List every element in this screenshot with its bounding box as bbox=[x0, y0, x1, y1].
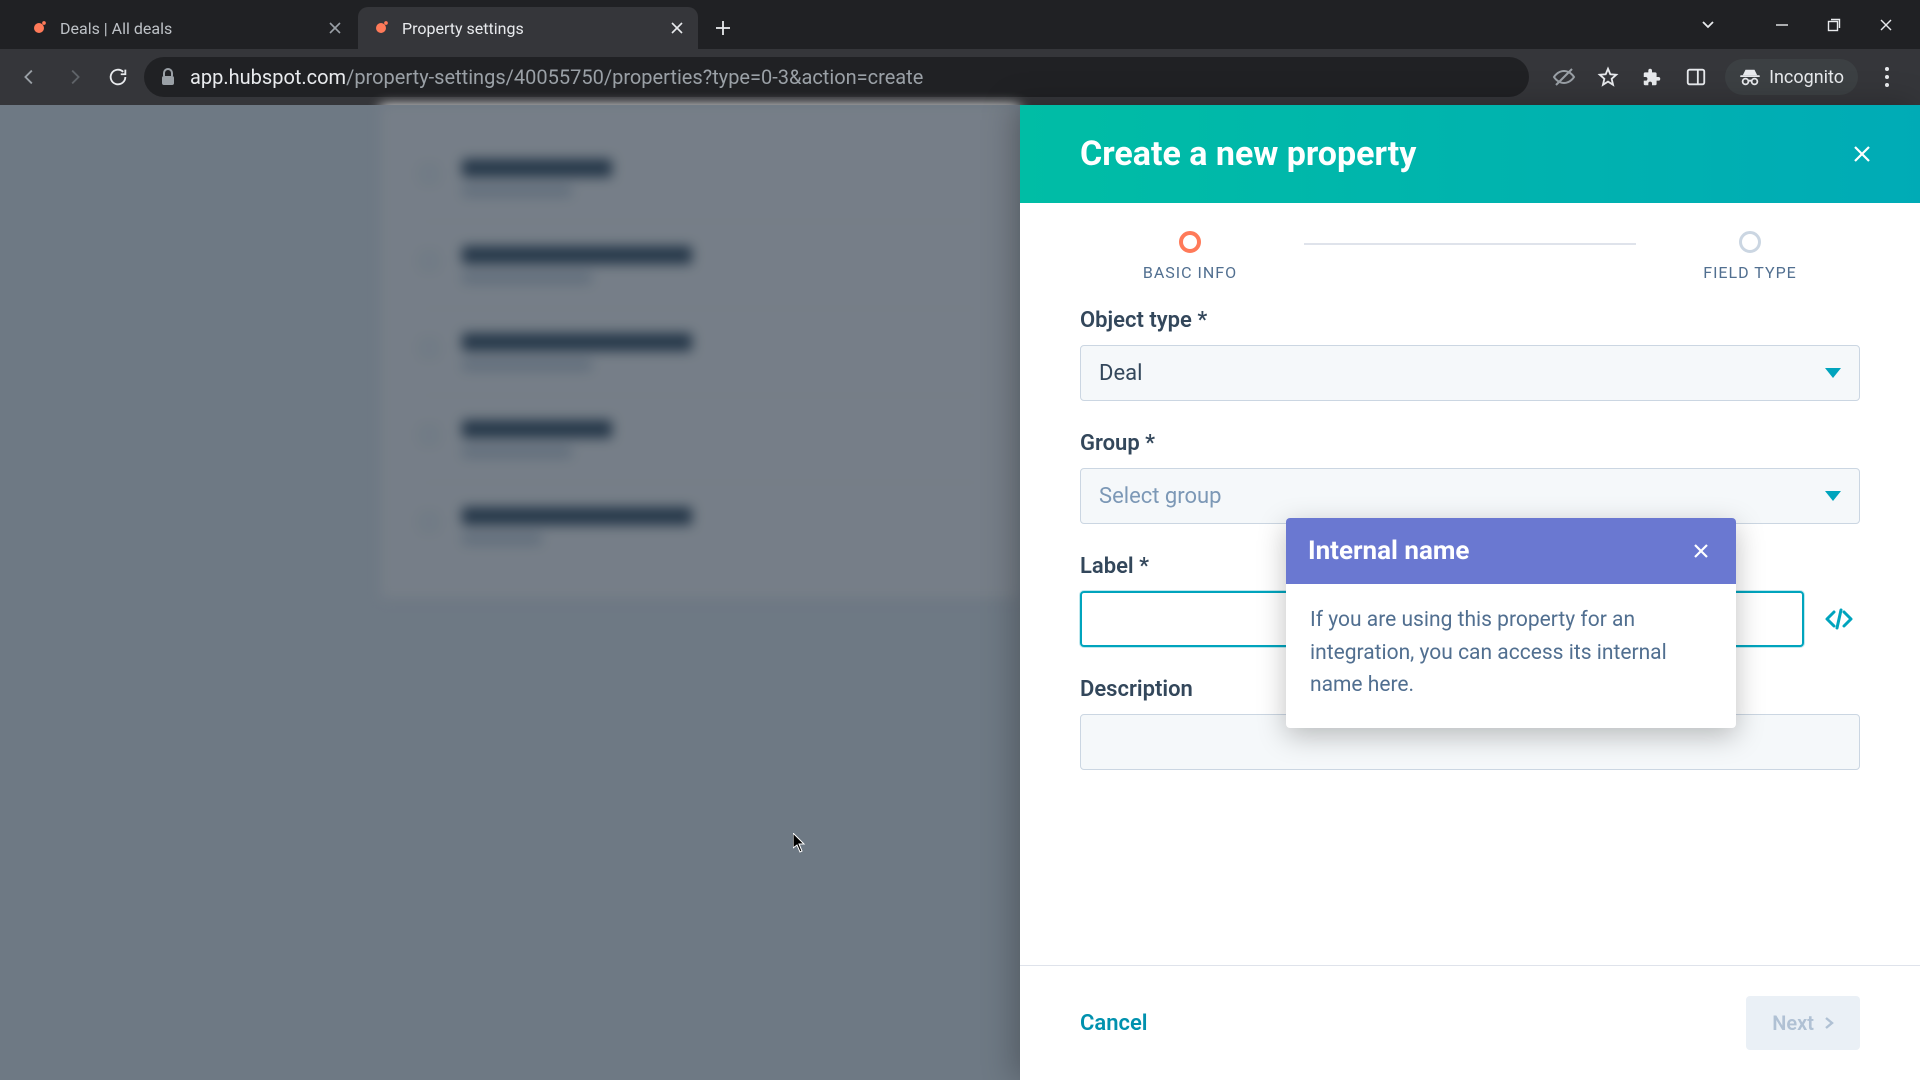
incognito-icon bbox=[1739, 68, 1761, 86]
incognito-chip[interactable]: Incognito bbox=[1725, 59, 1858, 95]
group-label: Group * bbox=[1080, 431, 1860, 456]
next-button[interactable]: Next bbox=[1746, 996, 1860, 1050]
stepper: BASIC INFO FIELD TYPE bbox=[1020, 203, 1920, 290]
drawer-close-button[interactable] bbox=[1844, 136, 1880, 172]
tab-deals[interactable]: Deals | All deals bbox=[16, 7, 356, 49]
window-controls bbox=[1772, 0, 1920, 49]
reload-button[interactable] bbox=[100, 59, 136, 95]
chevron-right-icon bbox=[1824, 1016, 1834, 1030]
group-select[interactable]: Select group bbox=[1080, 468, 1860, 524]
minimize-icon[interactable] bbox=[1772, 15, 1792, 35]
new-tab-button[interactable] bbox=[706, 11, 740, 45]
cancel-button[interactable]: Cancel bbox=[1080, 1011, 1148, 1036]
step-basic-info[interactable]: BASIC INFO bbox=[1080, 231, 1300, 282]
create-property-drawer: Create a new property BASIC INFO FIELD T… bbox=[1020, 105, 1920, 1080]
close-icon[interactable] bbox=[326, 19, 344, 37]
field-group: Group * Select group bbox=[1080, 431, 1860, 524]
bookmark-star-icon[interactable] bbox=[1593, 62, 1623, 92]
drawer-footer: Cancel Next bbox=[1020, 965, 1920, 1080]
group-placeholder: Select group bbox=[1099, 484, 1222, 509]
chevron-down-icon bbox=[1825, 490, 1841, 502]
close-icon[interactable] bbox=[668, 19, 686, 37]
tab-property-settings[interactable]: Property settings bbox=[358, 7, 698, 49]
page-area: Create a new property BASIC INFO FIELD T… bbox=[0, 105, 1920, 1080]
step-label: FIELD TYPE bbox=[1703, 263, 1797, 282]
popover-body: If you are using this property for an in… bbox=[1286, 584, 1736, 728]
forward-button[interactable] bbox=[56, 59, 92, 95]
popover-close-button[interactable] bbox=[1688, 538, 1714, 564]
field-object-type: Object type * Deal bbox=[1080, 308, 1860, 401]
lock-icon bbox=[160, 68, 176, 86]
popover-title: Internal name bbox=[1308, 536, 1469, 566]
step-dot-icon bbox=[1179, 231, 1201, 253]
drawer-title: Create a new property bbox=[1080, 134, 1416, 174]
internal-name-popover: Internal name If you are using this prop… bbox=[1286, 518, 1736, 728]
hubspot-icon bbox=[28, 17, 50, 39]
back-button[interactable] bbox=[12, 59, 48, 95]
side-panel-icon[interactable] bbox=[1681, 62, 1711, 92]
tab-title: Deals | All deals bbox=[60, 19, 326, 38]
step-connector bbox=[1304, 243, 1636, 245]
toolbar-right: Incognito bbox=[1537, 59, 1908, 95]
maximize-icon[interactable] bbox=[1824, 15, 1844, 35]
internal-name-toggle[interactable] bbox=[1818, 598, 1860, 640]
step-label: BASIC INFO bbox=[1143, 263, 1237, 282]
hubspot-icon bbox=[370, 17, 392, 39]
url-path: /property-settings/40055750/properties?t… bbox=[346, 65, 923, 89]
kebab-menu-icon[interactable] bbox=[1872, 62, 1902, 92]
extensions-icon[interactable] bbox=[1637, 62, 1667, 92]
tabs-container: Deals | All deals Property settings bbox=[10, 0, 740, 49]
browser-tabstrip: Deals | All deals Property settings bbox=[0, 0, 1920, 49]
step-field-type[interactable]: FIELD TYPE bbox=[1640, 231, 1860, 282]
window-close-icon[interactable] bbox=[1876, 15, 1896, 35]
tab-title: Property settings bbox=[402, 19, 668, 38]
url-host: app.hubspot.com bbox=[190, 65, 346, 89]
object-type-value: Deal bbox=[1099, 361, 1142, 386]
step-dot-icon bbox=[1739, 231, 1761, 253]
incognito-label: Incognito bbox=[1769, 67, 1844, 88]
form: Object type * Deal Group * Select group bbox=[1020, 290, 1920, 800]
object-type-select[interactable]: Deal bbox=[1080, 345, 1860, 401]
tab-search-button[interactable] bbox=[1696, 12, 1720, 36]
browser-toolbar: app.hubspot.com/property-settings/400557… bbox=[0, 49, 1920, 105]
drawer-header: Create a new property bbox=[1020, 105, 1920, 203]
eye-off-icon[interactable] bbox=[1549, 62, 1579, 92]
object-type-label: Object type * bbox=[1080, 308, 1860, 333]
popover-header: Internal name bbox=[1286, 518, 1736, 584]
next-button-label: Next bbox=[1772, 1011, 1814, 1035]
address-bar[interactable]: app.hubspot.com/property-settings/400557… bbox=[144, 57, 1529, 97]
chevron-down-icon bbox=[1825, 367, 1841, 379]
